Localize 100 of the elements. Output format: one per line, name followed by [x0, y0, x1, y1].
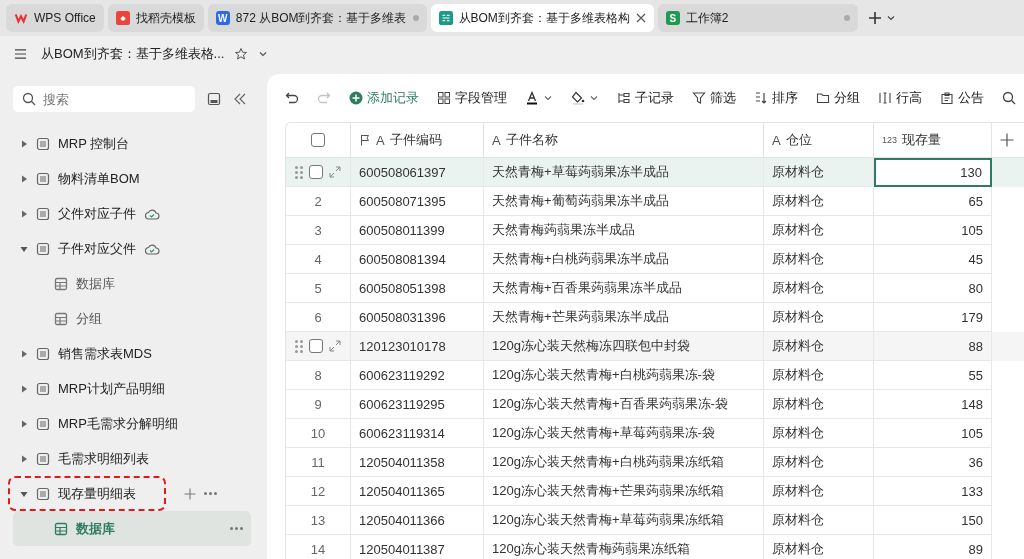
table-row[interactable]: 120123010178 120g冻心装天然梅冻四联包中封袋 原材料仓 88: [286, 332, 1024, 361]
table-cell: 65: [874, 187, 992, 216]
drag-handle-icon[interactable]: [295, 165, 303, 179]
close-icon[interactable]: [635, 13, 646, 23]
table-cell: 120g冻心装天然青梅+白桃蒟蒻果冻-袋: [484, 361, 764, 390]
list-icon: [36, 451, 50, 466]
table-cell: 原材料仓: [764, 216, 874, 245]
logo-icon: [14, 11, 28, 25]
list-icon: [36, 171, 50, 186]
table-row[interactable]: 11 120504011358 120g冻心装天然青梅+白桃蒟蒻果冻纸箱 原材料仓 36: [286, 448, 1024, 477]
caret-icon: [20, 419, 28, 428]
table-row[interactable]: 8 600623119292 120g冻心装天然青梅+白桃蒟蒻果冻-袋 原材料仓 55: [286, 361, 1024, 390]
table-cell: 89: [874, 535, 992, 559]
sidebar-item[interactable]: 物料清单BOM: [8, 161, 166, 196]
expand-icon[interactable]: [329, 166, 341, 178]
row-checkbox[interactable]: [309, 165, 323, 179]
drag-handle-icon[interactable]: [295, 339, 303, 353]
sidebar-subitem[interactable]: 数据库: [13, 511, 251, 546]
table-cell: 原材料仓: [764, 332, 874, 361]
table-row[interactable]: 13 120504011366 120g冻心装天然青梅+草莓蒟蒻果冻纸箱 原材料仓 150: [286, 506, 1024, 535]
rowheight-button[interactable]: 行高: [878, 89, 922, 107]
row-number: 10: [310, 425, 326, 441]
expand-icon[interactable]: [329, 340, 341, 352]
new-tab-icon[interactable]: [867, 11, 882, 25]
caret-icon: [20, 139, 28, 148]
sidebar-item[interactable]: 毛需求明细列表: [8, 441, 166, 476]
menu-icon[interactable]: [14, 48, 27, 60]
table-cell: 120504011365: [351, 477, 484, 506]
select-all-checkbox[interactable]: [311, 133, 325, 147]
search-icon[interactable]: [1002, 91, 1016, 105]
panel-icon[interactable]: [207, 92, 221, 106]
row-checkbox[interactable]: [309, 339, 323, 353]
sidebar-item[interactable]: 销售需求表MDS: [8, 336, 166, 371]
filter-icon: [692, 91, 706, 105]
sidebar-item[interactable]: MRP 控制台: [8, 126, 166, 161]
collapse-icon[interactable]: [233, 92, 247, 106]
add-icon[interactable]: [184, 487, 196, 500]
browser-tab[interactable]: W 872 从BOM到齐套：基于多维表: [207, 4, 427, 32]
row-number: 14: [310, 541, 326, 557]
search-field[interactable]: 搜索: [13, 86, 195, 112]
group-button[interactable]: 分组: [816, 89, 860, 107]
undo-icon[interactable]: [285, 91, 299, 105]
table-cell: 120g冻心装天然青梅+芒果蒟蒻果冻纸箱: [484, 477, 764, 506]
browser-tab[interactable]: 找稻壳模板: [107, 4, 204, 32]
table-cell: 105: [874, 419, 992, 448]
table-cell: 天然青梅+白桃蒟蒻果冻半成品: [484, 245, 764, 274]
table-cell: 600508061397: [351, 158, 484, 187]
table-cell: 88: [874, 332, 992, 361]
text-color-button[interactable]: [525, 91, 553, 105]
table-row[interactable]: 12 120504011365 120g冻心装天然青梅+芒果蒟蒻果冻纸箱 原材料仓 133: [286, 477, 1024, 506]
list-icon: [36, 416, 50, 431]
hierarchy-icon: [617, 91, 631, 105]
sidebar-item[interactable]: 子件对应父件: [8, 231, 170, 266]
table-cell: 600508071395: [351, 187, 484, 216]
sidebar-item[interactable]: MRP毛需求分解明细: [8, 406, 188, 441]
grid-icon: [54, 521, 68, 536]
caret-icon: [20, 209, 28, 218]
fields-button[interactable]: 字段管理: [437, 89, 507, 107]
list-icon: [36, 486, 50, 501]
table-row[interactable]: 14 120504011387 120g冻心装天然青梅蒟蒻果冻纸箱 原材料仓 89: [286, 535, 1024, 559]
table-cell: 120504011366: [351, 506, 484, 535]
sort-button[interactable]: 排序: [754, 89, 798, 107]
table-row[interactable]: 2 600508071395 天然青梅+葡萄蒟蒻果冻半成品 原材料仓 65: [286, 187, 1024, 216]
table-cell: 133: [874, 477, 992, 506]
sidebar-item[interactable]: MRP计划产品明细: [8, 371, 175, 406]
subrecord-button[interactable]: 子记录: [617, 89, 674, 107]
browser-tab[interactable]: 从BOM到齐套：基于多维表格构: [430, 4, 654, 32]
table-row[interactable]: 3 600508011399 天然青梅蒟蒻果冻半成品 原材料仓 105: [286, 216, 1024, 245]
table-row[interactable]: 5 600508051398 天然青梅+百香果蒟蒻果冻半成品 原材料仓 80: [286, 274, 1024, 303]
table-row[interactable]: 4 600508081394 天然青梅+白桃蒟蒻果冻半成品 原材料仓 45: [286, 245, 1024, 274]
table-cell: 120g冻心装天然青梅+草莓蒟蒻果冻纸箱: [484, 506, 764, 535]
table-cell: 原材料仓: [764, 419, 874, 448]
sidebar-item[interactable]: 父件对应子件: [8, 196, 170, 231]
table-cell: 120g冻心装天然青梅+白桃蒟蒻果冻纸箱: [484, 448, 764, 477]
browser-tab[interactable]: WPS Office: [6, 4, 104, 32]
browser-tab[interactable]: S 工作簿2: [657, 4, 858, 32]
fill-color-button[interactable]: [571, 91, 599, 105]
table-cell: 600623119295: [351, 390, 484, 419]
chevron-down-icon[interactable]: [885, 13, 896, 23]
table-cell: 36: [874, 448, 992, 477]
chevron-down-icon[interactable]: [258, 49, 269, 59]
star-icon[interactable]: [234, 47, 249, 61]
table-row[interactable]: 9 600623119295 120g冻心装天然青梅+百香果蒟蒻果冻-袋 原材料仓 148: [286, 390, 1024, 419]
add-column-icon[interactable]: [1000, 133, 1014, 147]
table-cell: 原材料仓: [764, 506, 874, 535]
table-cell: 150: [874, 506, 992, 535]
table-cell: 天然青梅+葡萄蒟蒻果冻半成品: [484, 187, 764, 216]
add-button[interactable]: 添加记录: [349, 89, 419, 107]
table-cell: 120504011387: [351, 535, 484, 559]
sidebar-subitem[interactable]: 数据库: [13, 266, 251, 301]
list-icon: [36, 206, 50, 221]
table-cell: 130: [874, 158, 992, 187]
filter-button[interactable]: 筛选: [692, 89, 736, 107]
sidebar-subitem[interactable]: 分组: [13, 301, 251, 336]
table-cell: 148: [874, 390, 992, 419]
table-cell: 天然青梅+草莓蒟蒻果冻半成品: [484, 158, 764, 187]
notice-button[interactable]: 公告: [940, 89, 984, 107]
table-row[interactable]: 600508061397 天然青梅+草莓蒟蒻果冻半成品 原材料仓 130: [286, 158, 1024, 187]
list-icon: [36, 136, 50, 151]
table-row[interactable]: 10 600623119314 120g冻心装天然青梅+草莓蒟蒻果冻-袋 原材料仓 105: [286, 419, 1024, 448]
